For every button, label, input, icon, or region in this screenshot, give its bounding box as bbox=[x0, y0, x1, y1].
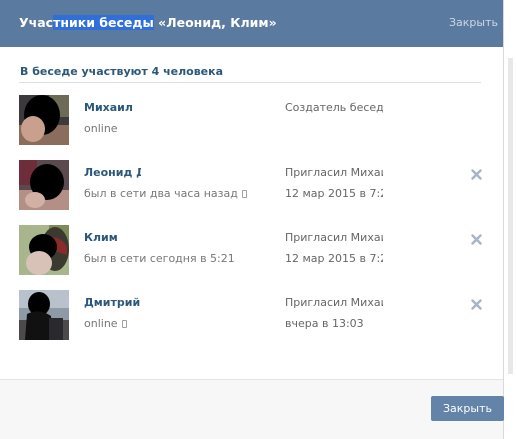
member-invited-by: Пригласил Михаил К bbox=[285, 296, 383, 309]
member-invite-date: 12 мар 2015 в 7:21 bbox=[285, 252, 383, 265]
member-invite-date: вчера в 13:03 bbox=[285, 317, 364, 330]
member-status: online bbox=[84, 317, 127, 330]
member-row: Михаил online Создатель беседы bbox=[19, 95, 489, 145]
title-text-selected: тники беседы bbox=[53, 15, 154, 30]
close-x-icon[interactable] bbox=[471, 299, 482, 310]
member-row: Дмитрий С online Пригласил Михаил К вчер… bbox=[19, 290, 489, 340]
member-role: Создатель беседы bbox=[285, 101, 383, 114]
title-text-suffix: «Леонид, Клим» bbox=[153, 15, 277, 30]
dialog-footer: Закрыть bbox=[0, 379, 504, 439]
mobile-phone-icon bbox=[121, 320, 127, 328]
members-count-heading: В беседе участвуют 4 человека bbox=[20, 65, 224, 78]
status-text: online bbox=[84, 317, 118, 330]
header-close-link[interactable]: Закрыть bbox=[449, 16, 498, 29]
member-status: был в сети два часа назад bbox=[84, 187, 247, 200]
status-text: был в сети два часа назад bbox=[84, 187, 238, 200]
avatar[interactable] bbox=[19, 225, 69, 275]
member-name[interactable]: Леонид Д bbox=[84, 166, 141, 179]
close-x-icon[interactable] bbox=[471, 234, 482, 245]
status-text: был в сети сегодня в 5:21 bbox=[84, 252, 235, 265]
close-x-icon[interactable] bbox=[471, 169, 482, 180]
member-invite-date: 12 мар 2015 в 7:21 bbox=[285, 187, 383, 200]
close-button[interactable]: Закрыть bbox=[431, 396, 504, 421]
dialog-title: Участники беседы «Леонид, Клим» bbox=[19, 15, 277, 30]
status-text: online bbox=[84, 122, 118, 135]
member-invited-by: Пригласил Михаил З bbox=[285, 166, 383, 179]
member-status: online bbox=[84, 122, 118, 135]
member-name[interactable]: Клим bbox=[84, 231, 141, 244]
member-name[interactable]: Дмитрий С bbox=[84, 296, 141, 309]
divider bbox=[19, 82, 481, 83]
mobile-phone-icon bbox=[241, 190, 247, 198]
member-row: Леонид Д был в сети два часа назад Пригл… bbox=[19, 160, 489, 210]
member-row: Клим был в сети сегодня в 5:21 Пригласил… bbox=[19, 225, 489, 275]
dialog-header: Участники беседы «Леонид, Клим» Закрыть bbox=[0, 0, 503, 47]
avatar[interactable] bbox=[19, 290, 69, 340]
avatar[interactable] bbox=[19, 95, 69, 145]
title-text-prefix: Учас bbox=[19, 15, 54, 30]
avatar[interactable] bbox=[19, 160, 69, 210]
scrollbar[interactable] bbox=[503, 0, 517, 439]
member-name[interactable]: Михаил bbox=[84, 101, 141, 114]
member-status: был в сети сегодня в 5:21 bbox=[84, 252, 235, 265]
scrollbar-track[interactable] bbox=[508, 58, 513, 374]
member-invited-by: Пригласил Михаил bbox=[285, 231, 383, 244]
